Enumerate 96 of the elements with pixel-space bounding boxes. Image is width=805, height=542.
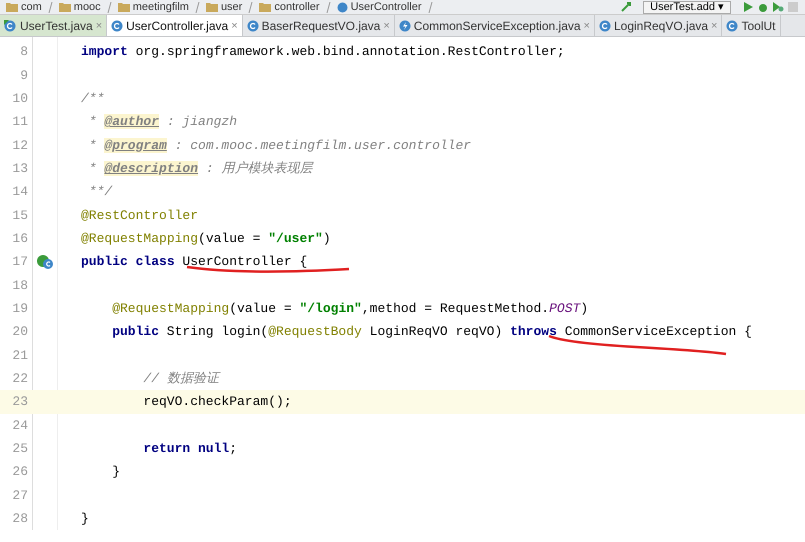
editor-tab[interactable]: UserTest.java × (0, 15, 108, 36)
breadcrumb-item[interactable]: controller (274, 1, 320, 13)
code-text: ) (580, 300, 588, 316)
code-comment: **/ (88, 184, 112, 200)
code-comment: * (88, 138, 98, 153)
line-number: 8 (19, 44, 29, 60)
code-constant: POST (549, 300, 580, 316)
code-string: "/user" (268, 230, 323, 246)
coverage-icon[interactable] (772, 1, 784, 13)
code-text: reqVO.checkParam(); (143, 394, 292, 410)
code-keyword: public class (81, 254, 175, 270)
breadcrumb-item[interactable]: meetingfilm (132, 1, 189, 13)
editor-tab[interactable]: ToolUt (722, 15, 780, 36)
code-text: UserController { (181, 254, 308, 270)
code-text: ; (229, 441, 238, 456)
code-annotation: @RequestBody (268, 324, 362, 340)
code-comment: * (88, 114, 98, 130)
editor-tab[interactable]: CommonServiceException.java × (394, 15, 595, 36)
code-comment: : 用户模块表现层 (204, 161, 312, 176)
line-number: 18 (11, 278, 29, 293)
line-number: 11 (11, 114, 29, 130)
code-text: ) (322, 230, 331, 246)
line-number: 16 (11, 230, 29, 246)
editor-tab[interactable]: BaserRequestVO.java × (242, 15, 395, 36)
line-number: 19 (11, 300, 29, 316)
line-number: 25 (11, 441, 29, 456)
editor-tab[interactable]: UserController.java × (107, 15, 243, 36)
code-comment: // 数据验证 (143, 371, 219, 386)
line-number: 20 (11, 324, 29, 340)
line-number: 10 (11, 90, 29, 106)
code-doctag: @program (104, 138, 167, 153)
class-run-icon[interactable] (36, 254, 54, 270)
line-number: 27 (11, 488, 29, 503)
line-number: 14 (11, 184, 29, 200)
line-number: 23 (11, 394, 29, 410)
breadcrumb-item[interactable]: user (220, 1, 242, 13)
breadcrumb-item[interactable]: com (21, 1, 42, 13)
code-annotation: @RequestMapping (112, 300, 230, 316)
breadcrumb-item[interactable]: mooc (74, 1, 101, 13)
code-text: (value = (229, 300, 293, 316)
folder-icon (259, 2, 272, 12)
code-annotation: @RestController (81, 208, 198, 223)
class-icon (111, 20, 124, 32)
line-number: 17 (11, 254, 29, 270)
class-icon (598, 20, 611, 32)
build-icon[interactable] (620, 1, 632, 13)
editor-tab[interactable]: LoginReqVO.java × (594, 15, 722, 36)
code-keyword: import (81, 44, 128, 60)
code-text: LoginReqVO reqVO) (368, 324, 504, 340)
line-number: 12 (11, 138, 29, 153)
line-number: 9 (19, 68, 29, 83)
folder-icon (118, 2, 130, 12)
folder-icon (6, 2, 18, 12)
code-text: (value = (198, 230, 262, 246)
separator-icon (194, 2, 200, 12)
breadcrumb-item[interactable]: UserController (350, 1, 422, 13)
class-icon (336, 2, 348, 12)
run-icon[interactable] (742, 1, 754, 13)
code-text: org.springframework.web.bind.annotation.RestController; (134, 44, 565, 60)
code-text: String login( (166, 324, 268, 340)
line-number: 26 (11, 464, 29, 480)
code-keyword: return null (143, 441, 230, 456)
code-text: } (112, 464, 120, 480)
code-doctag: @author (104, 114, 160, 130)
code-comment: * (88, 161, 98, 176)
separator-icon (248, 2, 254, 12)
class-icon (246, 20, 259, 32)
exception-class-icon (398, 20, 411, 32)
line-number: 13 (11, 160, 29, 176)
code-doctag: @description (104, 161, 198, 176)
line-number: 24 (11, 418, 29, 433)
code-comment: : com.mooc.meetingfilm.user.controller (174, 138, 472, 153)
line-number: 21 (11, 348, 29, 363)
code-string: "/login" (299, 300, 362, 316)
separator-icon (326, 2, 331, 12)
code-text: ,method = RequestMethod. (362, 300, 550, 316)
folder-icon (58, 2, 71, 12)
separator-icon (106, 2, 112, 12)
code-comment: /** (81, 90, 104, 106)
line-number: 15 (11, 208, 29, 223)
line-number: 28 (11, 511, 29, 526)
code-text: } (81, 511, 89, 526)
separator-icon (428, 2, 433, 12)
test-class-icon (4, 20, 17, 32)
folder-icon (206, 2, 218, 12)
separator-icon (48, 2, 53, 12)
run-configuration-dropdown[interactable]: UserTest.add ▾ (643, 0, 731, 14)
close-tab-button[interactable]: × (231, 20, 238, 32)
code-text: CommonServiceException { (564, 324, 752, 340)
class-icon (726, 20, 738, 32)
code-keyword: public (112, 324, 159, 340)
debug-icon[interactable] (757, 1, 769, 13)
line-number: 22 (11, 370, 29, 386)
code-comment: : jiangzh (166, 114, 238, 130)
code-keyword: throws (510, 324, 557, 340)
code-annotation: @RequestMapping (81, 230, 198, 246)
